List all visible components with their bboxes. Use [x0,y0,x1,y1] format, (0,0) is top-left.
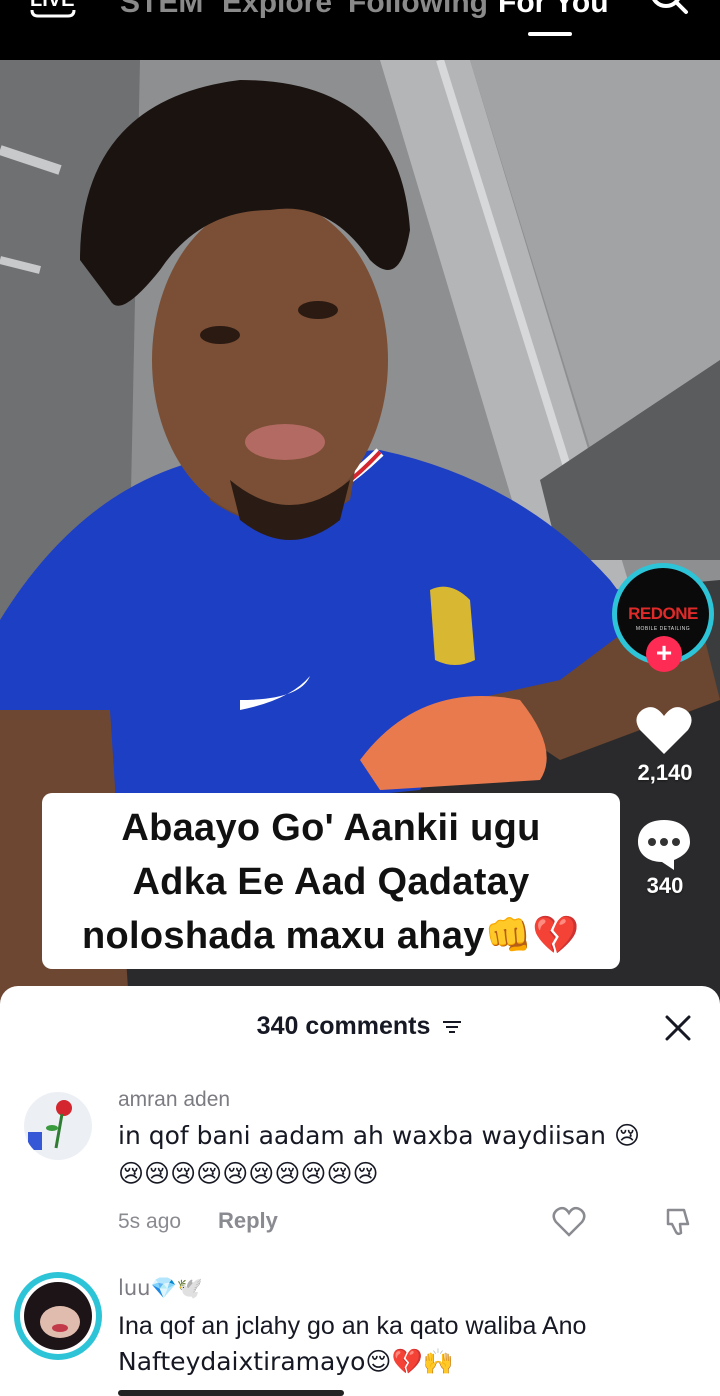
heart-icon[interactable] [634,702,694,758]
caption-line: noloshada maxu ahay👊💔 [82,915,580,957]
caption-line: Adka Ee Aad Qadatay [132,861,530,903]
live-label: LIVE [30,0,74,11]
avatar-logo-text: REDONE [628,604,698,623]
commenter-avatar[interactable] [14,1272,102,1360]
tab-following[interactable]: Following [348,0,488,20]
dislike-icon[interactable] [662,1206,694,1238]
avatar-logo-subtext: MOBILE DETAILING [635,626,691,632]
tab-stem[interactable]: STEM [120,0,203,20]
tab-for-you[interactable]: For You [498,0,609,20]
video-player[interactable]: Abaayo Go' Aankii ugu Adka Ee Aad Qadata… [0,60,720,1020]
heart-outline-icon[interactable] [552,1206,586,1238]
comment-username[interactable]: amran aden [118,1088,230,1112]
tab-explore[interactable]: Explore [222,0,332,20]
caption-line: Abaayo Go' Aankii ugu [121,807,541,849]
follow-button[interactable]: + [646,636,682,672]
comment-text: in qof bani aadam ah waxba waydiisan 😢 [118,1121,641,1150]
video-caption: Abaayo Go' Aankii ugu Adka Ee Aad Qadata… [42,793,620,969]
live-icon[interactable]: LIVE [30,0,76,20]
profile-photo-icon [40,1306,80,1338]
comment-username[interactable]: luu💎🕊️ [118,1276,203,1301]
media-preview-strip [118,1390,344,1396]
comment-time: 5s ago [118,1210,182,1233]
comments-title: 340 comments [256,1012,431,1040]
search-icon[interactable] [646,0,690,18]
rose-icon [28,1100,72,1150]
commenter-avatar[interactable] [24,1092,92,1160]
comment-text: 😢😢😢😢😢😢😢😢😢😢 [118,1159,379,1188]
top-navigation: LIVE STEM Explore Following For You [0,0,720,60]
comment-text: Nafteydaixtiramayo😌💔🙌 [118,1347,454,1376]
comment-count: 340 [646,873,684,898]
comment-icon[interactable] [634,816,694,872]
active-tab-indicator [528,32,572,36]
comment-text: Ina qof an jclahy go an ka qato waliba A… [118,1312,587,1340]
sort-icon[interactable] [441,1018,463,1036]
close-icon[interactable] [664,1014,692,1042]
comments-sheet: 340 comments amran aden in qof bani aada… [0,986,720,1396]
comments-header: 340 comments [0,1012,720,1041]
like-count: 2,140 [637,760,693,785]
reply-button[interactable]: Reply [218,1208,278,1234]
